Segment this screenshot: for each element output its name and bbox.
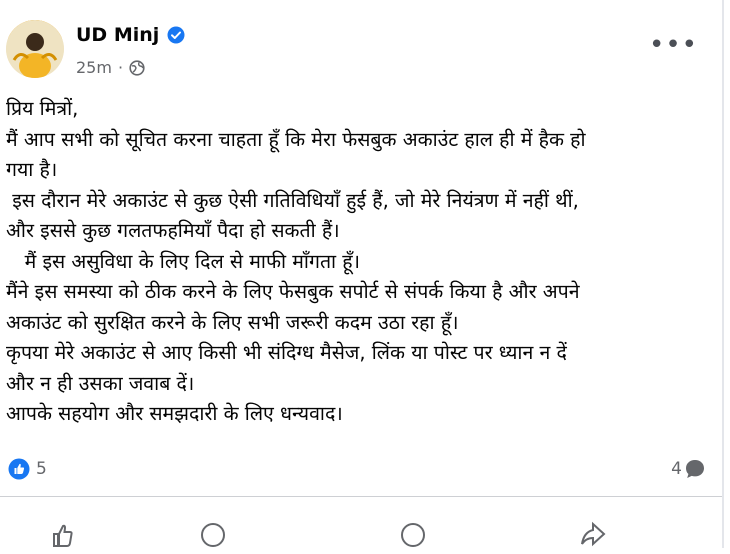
verified-badge-icon	[167, 26, 185, 44]
action-bar	[0, 512, 722, 548]
body-line: आपके सहयोग और समझदारी के लिए धन्यवाद।	[6, 402, 343, 425]
body-line: और इससे कुछ गलतफहमियाँ पैदा हो सकती हैं।	[6, 219, 340, 242]
body-line: इस दौरान मेरे अकाउंट से कुछ ऐसी गतिविधिय…	[6, 188, 579, 212]
more-options-button[interactable]: •••	[649, 32, 698, 58]
meta-separator: ·	[117, 58, 124, 77]
author-avatar[interactable]	[6, 20, 64, 78]
facebook-post: UD Minj 25m · ••• प्रिय मित्रों, मैं आप …	[0, 0, 724, 548]
comment-summary[interactable]: 4	[671, 458, 706, 480]
messenger-icon	[401, 523, 425, 547]
avatar-image	[6, 20, 64, 78]
share-icon	[581, 521, 606, 547]
author-row: UD Minj	[76, 24, 185, 46]
like-button[interactable]	[48, 520, 78, 550]
post-timestamp[interactable]: 25m	[76, 58, 112, 77]
body-line: अकाउंट को सुरक्षित करने के लिए सभी जरूरी…	[6, 310, 459, 334]
share-button[interactable]	[578, 520, 608, 550]
body-line: प्रिय मित्रों,	[6, 97, 79, 120]
send-button[interactable]	[398, 520, 428, 550]
comment-outline-icon	[201, 523, 225, 547]
body-line: कृपया मेरे अकाउंट से आए किसी भी संदिग्ध …	[6, 341, 567, 364]
body-line: गया है।	[6, 158, 58, 181]
body-line: और न ही उसका जवाब दें।	[6, 371, 195, 395]
like-icon	[8, 458, 30, 480]
reaction-count[interactable]: 5	[36, 459, 47, 479]
post-meta: 25m ·	[76, 58, 145, 77]
body-line: मैं इस असुविधा के लिए दिल से माफी माँगता…	[6, 249, 361, 273]
comment-icon	[686, 460, 704, 478]
comment-count[interactable]: 4	[671, 459, 682, 479]
body-line: मैंने इस समस्या को ठीक करने के लिए फेसबु…	[6, 280, 580, 303]
action-bar-divider	[0, 496, 722, 497]
comment-button[interactable]	[198, 520, 228, 550]
author-name[interactable]: UD Minj	[76, 24, 159, 46]
globe-icon[interactable]	[129, 59, 145, 76]
post-body: प्रिय मित्रों, मैं आप सभी को सूचित करना …	[6, 94, 711, 430]
reaction-summary[interactable]: 5	[8, 458, 47, 480]
body-line: मैं आप सभी को सूचित करना चाहता हूँ कि मे…	[6, 127, 586, 151]
thumbs-up-icon	[53, 524, 73, 547]
